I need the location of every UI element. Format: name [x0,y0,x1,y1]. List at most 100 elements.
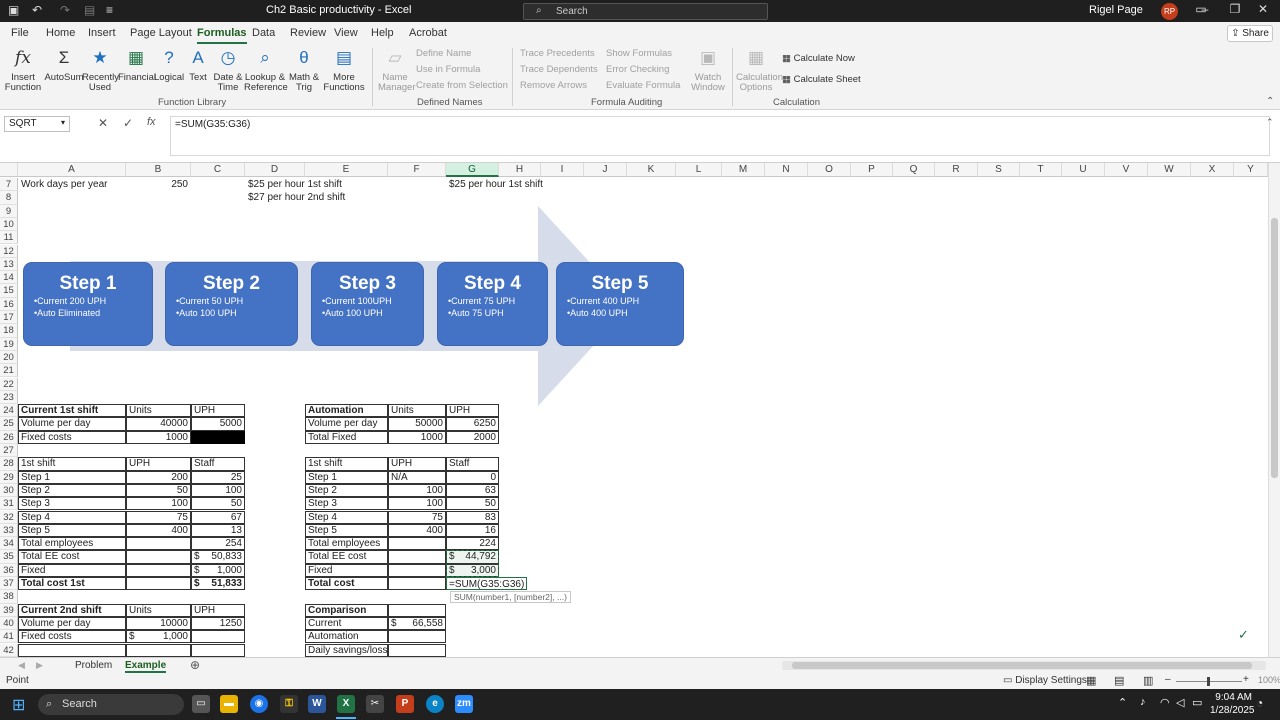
clock-date[interactable]: 1/28/2025 [1210,705,1255,716]
add-sheet-icon[interactable]: ⊕ [190,658,200,672]
cell-e32[interactable]: Step 4 [305,511,388,524]
row-header-18[interactable]: 18 [0,324,18,338]
redo-icon[interactable]: ↷ [60,3,70,17]
cell-b26[interactable]: 1000 [126,431,191,444]
cell-b40[interactable]: 10000 [126,617,191,630]
cell-e42[interactable]: Daily savings/loss [305,644,388,657]
lookup-reference-button[interactable]: ⌕ Lookup & Reference [244,47,288,93]
cell-e28[interactable]: 1st shift [305,457,388,470]
smartart-step-2[interactable]: Step 2 •Current 50 UPH •Auto 100 UPH [166,263,297,345]
clock-time[interactable]: 9:04 AM [1214,692,1252,703]
row-header-16[interactable]: 16 [0,297,18,311]
minimize-icon[interactable]: – [1190,2,1220,16]
cell-g24[interactable]: UPH [446,404,499,417]
volume-icon[interactable]: ◁ [1176,696,1184,709]
microphone-icon[interactable]: ♪ [1140,696,1146,708]
row-header-36[interactable]: 36 [0,563,18,577]
black-filled-cell[interactable] [191,430,245,444]
column-header-l[interactable]: L [676,163,722,177]
row-header-27[interactable]: 27 [0,444,18,458]
cell-e24[interactable]: Automation [305,404,388,417]
create-from-selection-button[interactable]: Create from Selection [416,80,508,91]
remove-arrows-button[interactable]: Remove Arrows [520,80,587,91]
cell-e41[interactable]: Automation [305,630,388,643]
cell-c33[interactable]: 13 [191,524,245,537]
cell-c28[interactable]: Staff [191,457,245,470]
cell-d8[interactable]: $27 per hour 2nd shift [245,191,345,204]
smartart-step-3[interactable]: Step 3 •Current 100UPH •Auto 100 UPH [312,263,423,345]
row-header-10[interactable]: 10 [0,217,18,232]
tray-overflow-icon[interactable]: ⌃ [1118,696,1127,709]
cell-a39[interactable]: Current 2nd shift [18,604,126,617]
task-view-icon[interactable]: ▭ [192,695,210,713]
cell-e37[interactable]: Total cost [305,577,388,590]
cell-c24[interactable]: UPH [191,404,245,417]
autosave-icon[interactable]: ▣ [8,3,19,17]
cell-b30[interactable]: 50 [126,484,191,497]
cell-d7[interactable]: $25 per hour 1st shift [245,178,342,191]
cell-e36[interactable]: Fixed [305,564,388,577]
column-header-p[interactable]: P [851,163,893,177]
cell-a31[interactable]: Step 3 [18,497,126,510]
cell-f24[interactable]: Units [388,404,446,417]
name-box[interactable]: SQRT ▾ [4,116,70,132]
file-explorer-icon[interactable]: ▬ [220,695,238,713]
cell-c25[interactable]: 5000 [191,417,245,430]
row-header-32[interactable]: 32 [0,510,18,524]
cell-b29[interactable]: 200 [126,471,191,484]
column-header-h[interactable]: H [499,163,541,177]
cancel-icon[interactable]: ✕ [98,116,108,130]
cell-f25[interactable]: 50000 [388,417,446,430]
column-header-y[interactable]: Y [1234,163,1268,177]
formula-input[interactable]: =SUM(G35:G36) [170,116,1270,156]
row-header-24[interactable]: 24 [0,404,18,418]
close-icon[interactable]: ✕ [1248,2,1278,16]
paint-icon[interactable]: ▤ [84,3,95,17]
tab-help[interactable]: Help [371,27,394,39]
chrome-icon[interactable]: ◉ [250,695,268,713]
windows-start-icon[interactable]: ⊞ [12,695,25,715]
powerpoint-icon[interactable]: P [396,695,414,713]
taskbar-search[interactable]: ⌕ Search [38,694,184,715]
row-header-19[interactable]: 19 [0,337,18,351]
cell-a28[interactable]: 1st shift [18,457,126,470]
tab-page-layout[interactable]: Page Layout [130,27,192,39]
row-header-34[interactable]: 34 [0,537,18,551]
cell-g32[interactable]: 83 [446,511,499,524]
column-header-g[interactable]: G [446,163,499,177]
page-break-view-icon[interactable]: ▥ [1143,674,1153,687]
function-tooltip[interactable]: SUM(number1, [number2], ...) [450,591,571,603]
row-header-39[interactable]: 39 [0,603,18,617]
smartart-step-4[interactable]: Step 4 •Current 75 UPH •Auto 75 UPH [438,263,547,345]
cell-g25[interactable]: 6250 [446,417,499,430]
cell-f40[interactable]: 66,558 [388,617,446,630]
cell-e39[interactable]: Comparison [305,604,388,617]
row-header-25[interactable]: 25 [0,417,18,431]
tab-formulas[interactable]: Formulas [197,27,247,44]
column-header-v[interactable]: V [1105,163,1148,177]
cell-a41[interactable]: Fixed costs [18,630,126,643]
column-header-m[interactable]: M [722,163,765,177]
column-header-o[interactable]: O [808,163,851,177]
cell-e25[interactable]: Volume per day [305,417,388,430]
enter-icon[interactable]: ✓ [123,116,133,130]
row-header-28[interactable]: 28 [0,457,18,471]
collapse-ribbon-icon[interactable]: ⌃ [1266,96,1274,107]
math-trig-button[interactable]: θ Math & Trig [288,47,320,93]
cell-c37[interactable]: 51,833 [191,577,245,590]
column-header-c[interactable]: C [191,163,245,177]
column-header-f[interactable]: F [388,163,446,177]
evaluate-formula-button[interactable]: Evaluate Formula [606,80,680,91]
zoom-slider-thumb[interactable] [1207,677,1210,686]
cell-a36[interactable]: Fixed [18,564,126,577]
hscroll-thumb[interactable] [792,662,1252,669]
cell-g28[interactable]: Staff [446,457,499,470]
column-header-w[interactable]: W [1148,163,1191,177]
cell-c36[interactable]: 1,000 [191,564,245,577]
cell-b32[interactable]: 75 [126,511,191,524]
cell-c29[interactable]: 25 [191,471,245,484]
calculate-sheet-button[interactable]: ▦ Calculate Sheet [782,74,861,85]
cell-c40[interactable]: 1250 [191,617,245,630]
watch-window-button[interactable]: ▣ Watch Window [690,47,726,93]
row-header-33[interactable]: 33 [0,523,18,538]
